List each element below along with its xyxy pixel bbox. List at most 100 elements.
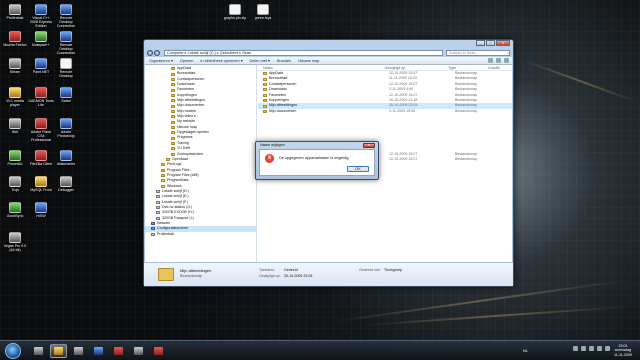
ok-button[interactable]: OK — [347, 166, 369, 172]
desktop-icon[interactable]: ProcedIU — [2, 150, 28, 166]
desktop-icon[interactable]: Visual C++ 2008 Express Edition — [28, 4, 54, 28]
network-icon — [151, 222, 155, 226]
folder-icon — [263, 93, 267, 97]
taskbar-app-button[interactable] — [90, 344, 107, 358]
desktop-icon[interactable]: Vegas Pro 9.0 (64 bit) — [2, 232, 28, 252]
title-bar[interactable]: _ □ x — [144, 40, 513, 48]
desktop-icon[interactable]: Prullenbak — [2, 4, 28, 20]
taskbar-app-button[interactable] — [130, 344, 147, 358]
column-header-modified[interactable]: Gewijzigd op — [380, 65, 444, 70]
shortcut-icon — [60, 150, 72, 161]
desktop-icon[interactable]: Trojs — [2, 176, 28, 192]
tray-icon[interactable] — [581, 346, 586, 351]
taskbar-app-button[interactable] — [70, 344, 87, 358]
column-header-type[interactable]: Type — [443, 65, 483, 70]
shortcut-icon — [60, 31, 72, 42]
address-bar[interactable]: Computer ▸ Lokale schijf (C:) ▸ Gebruikers… — [164, 49, 443, 56]
folder-icon — [171, 77, 175, 81]
new-folder-button[interactable]: Nieuwe map — [298, 59, 319, 63]
desktop-icon-label: FileZilla Client — [29, 162, 53, 166]
desktop-icon[interactable]: GoodSync — [2, 202, 28, 218]
view-controls — [488, 58, 512, 63]
taskbar-app-button[interactable] — [110, 344, 127, 358]
desktop-icon[interactable]: Paint.NET — [28, 58, 54, 74]
nav-tree-label: Prullenbak — [157, 231, 174, 236]
start-button-icon[interactable] — [5, 343, 21, 359]
network-icon[interactable] — [597, 346, 602, 351]
minimize-button[interactable]: _ — [476, 40, 485, 46]
tray-icon[interactable] — [589, 346, 594, 351]
desktop-icon[interactable]: VLC media player — [2, 87, 28, 107]
desktop-icon-label: dictionaries — [56, 162, 76, 166]
app-icon — [94, 347, 103, 355]
column-header-name[interactable]: Naam — [258, 65, 380, 70]
burn-button[interactable]: Branden — [277, 59, 291, 63]
desktop-icon[interactable]: Adobe Flash CS4 Professional — [28, 118, 54, 142]
desktop-icon[interactable]: Steam — [2, 58, 28, 74]
search-icon: ⌕ — [506, 50, 509, 55]
desktop-icon[interactable]: green.fsys — [250, 4, 276, 20]
nav-tree-item[interactable]: Prullenbak — [145, 232, 256, 237]
help-icon[interactable] — [504, 58, 509, 63]
desktop-icon[interactable]: Remote Desktop Connection — [53, 4, 79, 28]
shortcut-icon — [35, 176, 47, 187]
desktop-icon[interactable]: DAEMON Tools Lite — [28, 87, 54, 107]
desktop-icon[interactable]: Notepad++ — [28, 31, 54, 47]
folder-icon — [263, 99, 267, 103]
include-in-library-button[interactable]: In bibliotheek opnemen ▾ — [200, 58, 242, 63]
folder-icon — [171, 136, 175, 140]
desktop-icon[interactable]: dictionaries — [53, 150, 79, 166]
address-segment[interactable]: Lokale schijf (C:) — [188, 51, 216, 55]
shortcut-icon — [35, 4, 47, 15]
details-name: Mijn afbeeldingen — [180, 268, 212, 273]
desktop-icon[interactable]: Safari — [53, 87, 79, 103]
desktop-icon[interactable]: Remote Desktop Connection — [53, 31, 79, 55]
taskbar-app-button[interactable] — [30, 344, 47, 358]
folder-icon — [171, 120, 175, 124]
forward-arrow-icon[interactable]: › — [154, 49, 160, 56]
file-type: Bestandsmap — [455, 157, 477, 162]
back-arrow-icon[interactable]: ‹ — [147, 49, 153, 56]
clock[interactable]: 23:01 woensdag 11-11-2009 — [612, 344, 634, 357]
views-icon[interactable] — [488, 58, 493, 63]
taskbar-app-button[interactable] — [50, 344, 67, 358]
desktop-icon[interactable]: 8bit — [2, 118, 28, 134]
app-icon — [134, 347, 143, 355]
desktop-icon[interactable]: Debugger — [53, 176, 79, 192]
search-placeholder: Zoeken in Sean — [449, 50, 476, 55]
open-button[interactable]: Openen — [180, 59, 194, 63]
desktop-icon[interactable]: graphs.pin.zip — [222, 4, 248, 20]
address-segment[interactable]: Computer — [167, 51, 184, 55]
tray-icon[interactable] — [573, 346, 578, 351]
desktop-icon-label: MySQL Front — [30, 188, 52, 192]
dialog-close-button[interactable]: x — [363, 143, 375, 148]
volume-icon[interactable] — [605, 346, 610, 351]
close-button[interactable]: x — [496, 40, 510, 46]
shortcut-icon — [35, 31, 47, 42]
maximize-button[interactable]: □ — [486, 40, 495, 46]
desktop-icon[interactable]: MySQL Front — [28, 176, 54, 192]
share-with-button[interactable]: Delen met ▾ — [250, 58, 270, 63]
desktop-icon[interactable]: Remote Desktop — [53, 58, 79, 78]
shortcut-icon — [35, 202, 47, 213]
desktop-icon[interactable]: Mozilla Firefox — [2, 31, 28, 47]
language-indicator[interactable]: NL — [523, 348, 528, 353]
desktop-icon[interactable]: HiSW — [28, 202, 54, 218]
address-segment[interactable]: Gebruikers — [220, 51, 239, 55]
taskbar-app-button[interactable] — [150, 344, 167, 358]
preview-pane-icon[interactable] — [496, 58, 501, 63]
folder-icon — [171, 125, 175, 129]
address-segment[interactable]: Sean — [242, 51, 251, 55]
desktop-icon[interactable]: Adobe Photoshop — [53, 118, 79, 138]
details-shared-value: Thuisgroep — [384, 268, 402, 272]
desktop-icon[interactable]: FileZilla Client — [28, 150, 54, 166]
shortcut-icon — [35, 150, 47, 161]
organize-button[interactable]: Organiseren ▾ — [149, 58, 173, 63]
search-input[interactable]: Zoeken in Sean ⌕ — [446, 49, 510, 56]
desktop-icon-label: Safari — [61, 99, 71, 103]
desktop-icon-label: Prullenbak — [6, 16, 24, 20]
network-icon — [151, 227, 155, 231]
shortcut-icon — [60, 4, 72, 15]
column-header-size[interactable]: Grootte — [483, 65, 512, 70]
folder-icon — [158, 268, 174, 281]
